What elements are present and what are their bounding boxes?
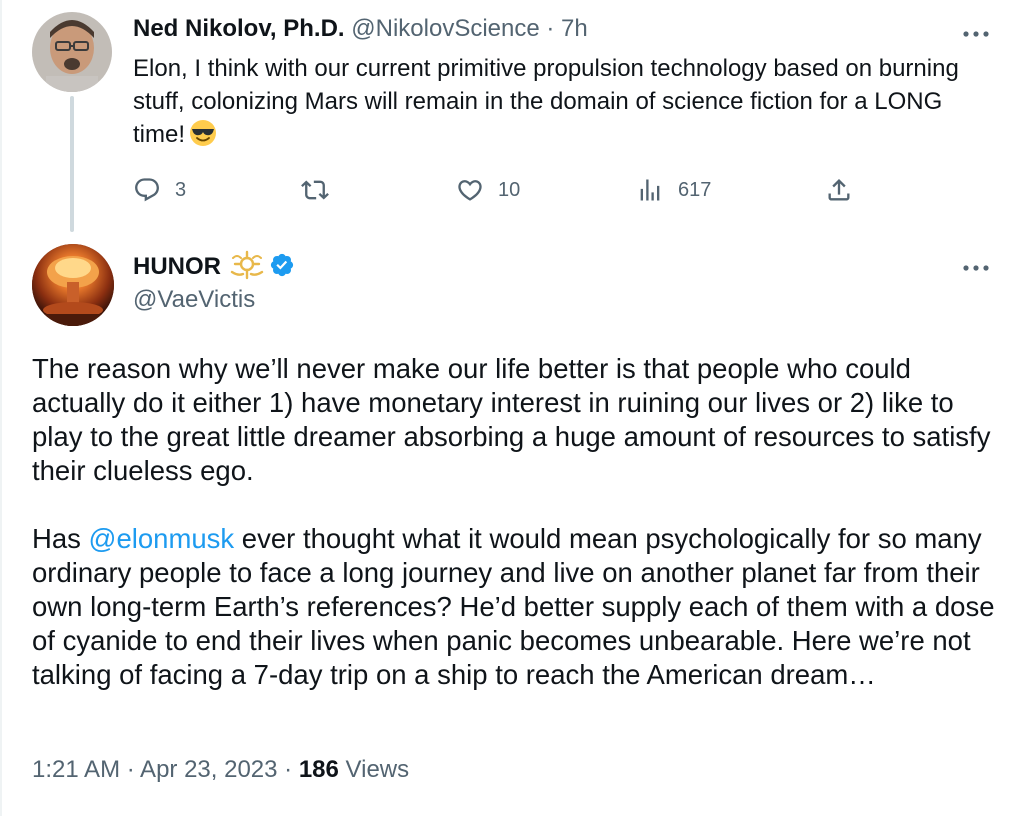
tweet-actions: 3 10 617 [133, 170, 873, 210]
retweet-icon [301, 176, 329, 204]
reply-tweet[interactable]: Ned Nikolov, Ph.D. @NikolovScience · 7h … [0, 0, 1020, 240]
views-label: Views [338, 756, 410, 783]
mention-link[interactable]: @elonmusk [89, 523, 235, 554]
author-name-row: HUNOR [133, 250, 295, 284]
author-handle[interactable]: @NikolovScience [351, 15, 539, 42]
views-count[interactable]: 186 [299, 756, 339, 783]
separator: · [546, 15, 555, 42]
retweet-button[interactable] [301, 170, 343, 210]
author-name[interactable]: HUNOR [133, 253, 221, 281]
author-handle[interactable]: @VaeVictis [133, 286, 255, 314]
reply-button[interactable]: 3 [133, 170, 186, 210]
avatar[interactable] [32, 12, 112, 92]
smiling-face-with-sunglasses-emoji [189, 119, 217, 156]
reply-count: 3 [175, 178, 187, 201]
share-button[interactable] [825, 170, 853, 210]
author-name[interactable]: Ned Nikolov, Ph.D. [133, 15, 345, 42]
reply-header: Ned Nikolov, Ph.D. @NikolovScience · 7h [133, 14, 588, 44]
views-button[interactable]: 617 [636, 170, 711, 210]
tweet-meta: 1:21 AM · Apr 23, 2023 · 186 Views [32, 756, 409, 784]
more-icon[interactable] [958, 256, 994, 280]
views-count: 617 [678, 178, 712, 201]
views-icon [636, 176, 664, 204]
like-button[interactable]: 10 [456, 170, 520, 210]
timestamp[interactable]: 1:21 AM · Apr 23, 2023 · [32, 756, 299, 783]
tweet-text: Elon, I think with our current primitive… [133, 52, 993, 156]
tweet-text: The reason why we’ll never make our life… [32, 352, 1007, 692]
reply-icon [133, 176, 161, 204]
crest-icon [229, 250, 265, 285]
thread-line [70, 96, 74, 232]
paragraph-prefix: Has [32, 523, 89, 554]
tweet-paragraph: Has @elonmusk ever thought what it would… [32, 522, 1007, 692]
more-icon[interactable] [958, 22, 994, 46]
like-icon [456, 176, 484, 204]
tweet-text-content: Elon, I think with our current primitive… [133, 55, 959, 148]
avatar[interactable] [32, 244, 114, 326]
like-count: 10 [498, 178, 521, 201]
verified-icon[interactable] [269, 252, 295, 283]
timestamp[interactable]: 7h [561, 15, 588, 42]
tweet-paragraph: The reason why we’ll never make our life… [32, 353, 991, 486]
share-icon [825, 176, 853, 204]
